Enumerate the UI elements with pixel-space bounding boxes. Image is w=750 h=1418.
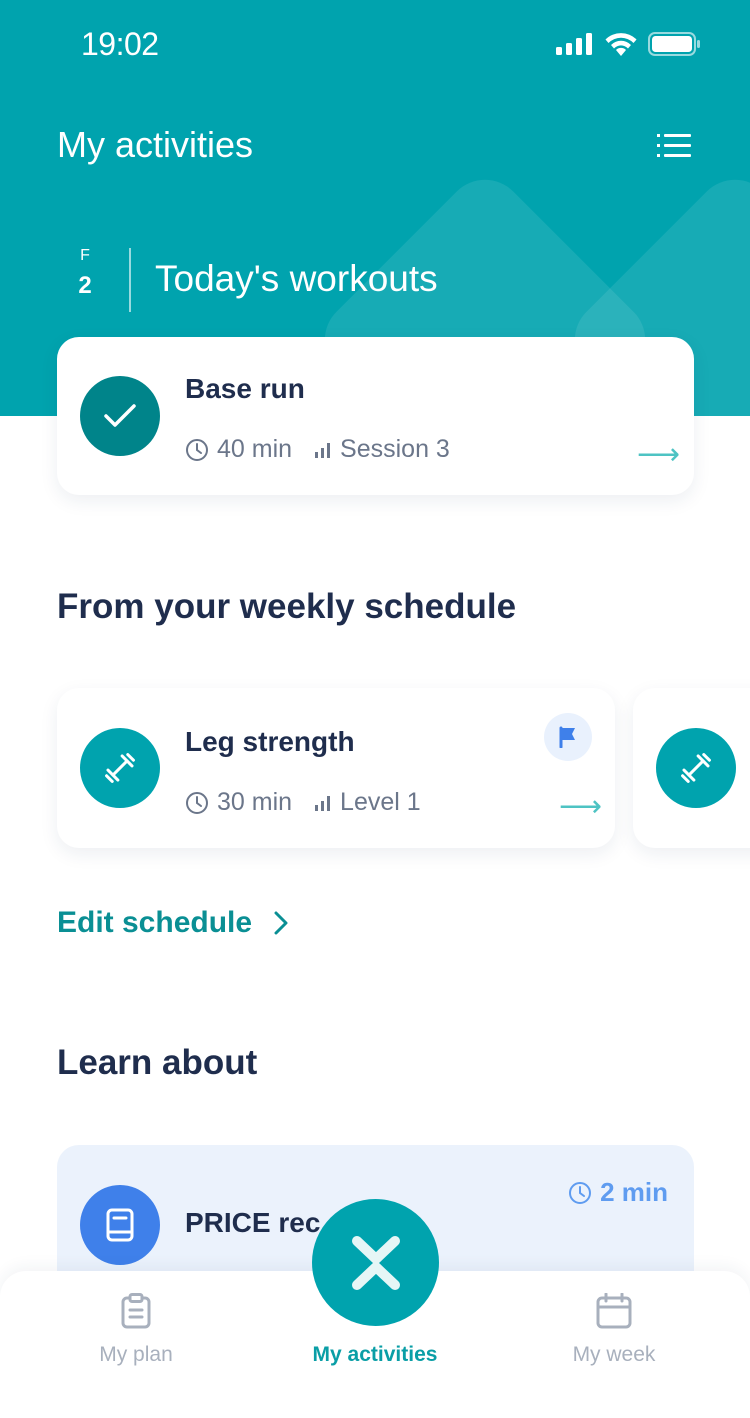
calendar-icon (596, 1293, 632, 1329)
flag-icon (559, 726, 575, 748)
status-icons (556, 32, 702, 56)
day-number: 2 (78, 272, 92, 299)
workout-type-badge (80, 728, 160, 808)
learn-duration: 2 min (568, 1177, 668, 1208)
activities-icon (351, 1235, 400, 1290)
learn-duration-text: 2 min (600, 1177, 668, 1207)
todays-workouts-title: Today's workouts (155, 258, 438, 299)
schedule-card-leg-strength[interactable]: Leg strength 30 min Level 1 ⟶ (57, 688, 615, 848)
workout-session: Session 3 (340, 435, 450, 463)
battery-icon (648, 32, 700, 56)
edit-schedule-link[interactable]: Edit schedule (57, 906, 288, 940)
check-icon (104, 404, 136, 427)
schedule-meta: 30 min Level 1 (185, 788, 421, 817)
weekly-schedule-title: From your weekly schedule (57, 587, 517, 626)
clock-icon (186, 791, 208, 814)
workout-title: Base run (185, 373, 305, 404)
schedule-card-next[interactable] (633, 688, 750, 848)
list-icon (657, 134, 691, 157)
tab-my-plan[interactable]: My plan (36, 1271, 236, 1381)
article-badge (80, 1185, 160, 1265)
level-bars-icon (315, 795, 331, 811)
clock-icon (186, 438, 208, 461)
clock-icon (569, 1181, 592, 1204)
workout-meta: 40 min Session 3 (185, 435, 450, 464)
chevron-right-icon (274, 911, 288, 935)
date-indicator: F 2 (70, 246, 100, 306)
status-bar: 19:02 (0, 0, 750, 90)
signal-icon (556, 33, 592, 55)
schedule-duration: 30 min (217, 788, 293, 816)
learn-about-title: Learn about (57, 1043, 258, 1082)
schedule-level: Level 1 (340, 788, 421, 816)
dumbbell-icon (681, 753, 711, 783)
learn-title: PRICE rec (185, 1207, 321, 1238)
book-icon (106, 1208, 134, 1242)
tab-label: My week (572, 1343, 656, 1366)
level-bars-icon (315, 442, 331, 458)
arrow-right-icon: ⟶ (637, 438, 681, 471)
schedule-title: Leg strength (185, 726, 355, 757)
tab-label: My plan (99, 1343, 173, 1366)
dumbbell-icon (105, 753, 135, 783)
workout-duration: 40 min (217, 435, 293, 463)
status-time: 19:02 (81, 26, 159, 62)
completed-badge (80, 376, 160, 456)
page-title: My activities (57, 124, 254, 165)
tab-label: My activities (312, 1343, 438, 1366)
tab-my-week[interactable]: My week (514, 1271, 714, 1381)
clipboard-icon (121, 1293, 151, 1329)
workout-card-base-run[interactable]: Base run 40 min Session 3 ⟶ (57, 337, 694, 495)
divider (129, 248, 131, 312)
list-view-button[interactable] (652, 128, 696, 164)
workout-type-badge (656, 728, 736, 808)
edit-schedule-label: Edit schedule (57, 906, 253, 939)
arrow-right-icon: ⟶ (559, 790, 603, 823)
wifi-icon (605, 33, 637, 56)
my-activities-fab[interactable] (312, 1199, 439, 1326)
day-of-week: F (80, 247, 90, 264)
flag-badge (544, 713, 592, 761)
